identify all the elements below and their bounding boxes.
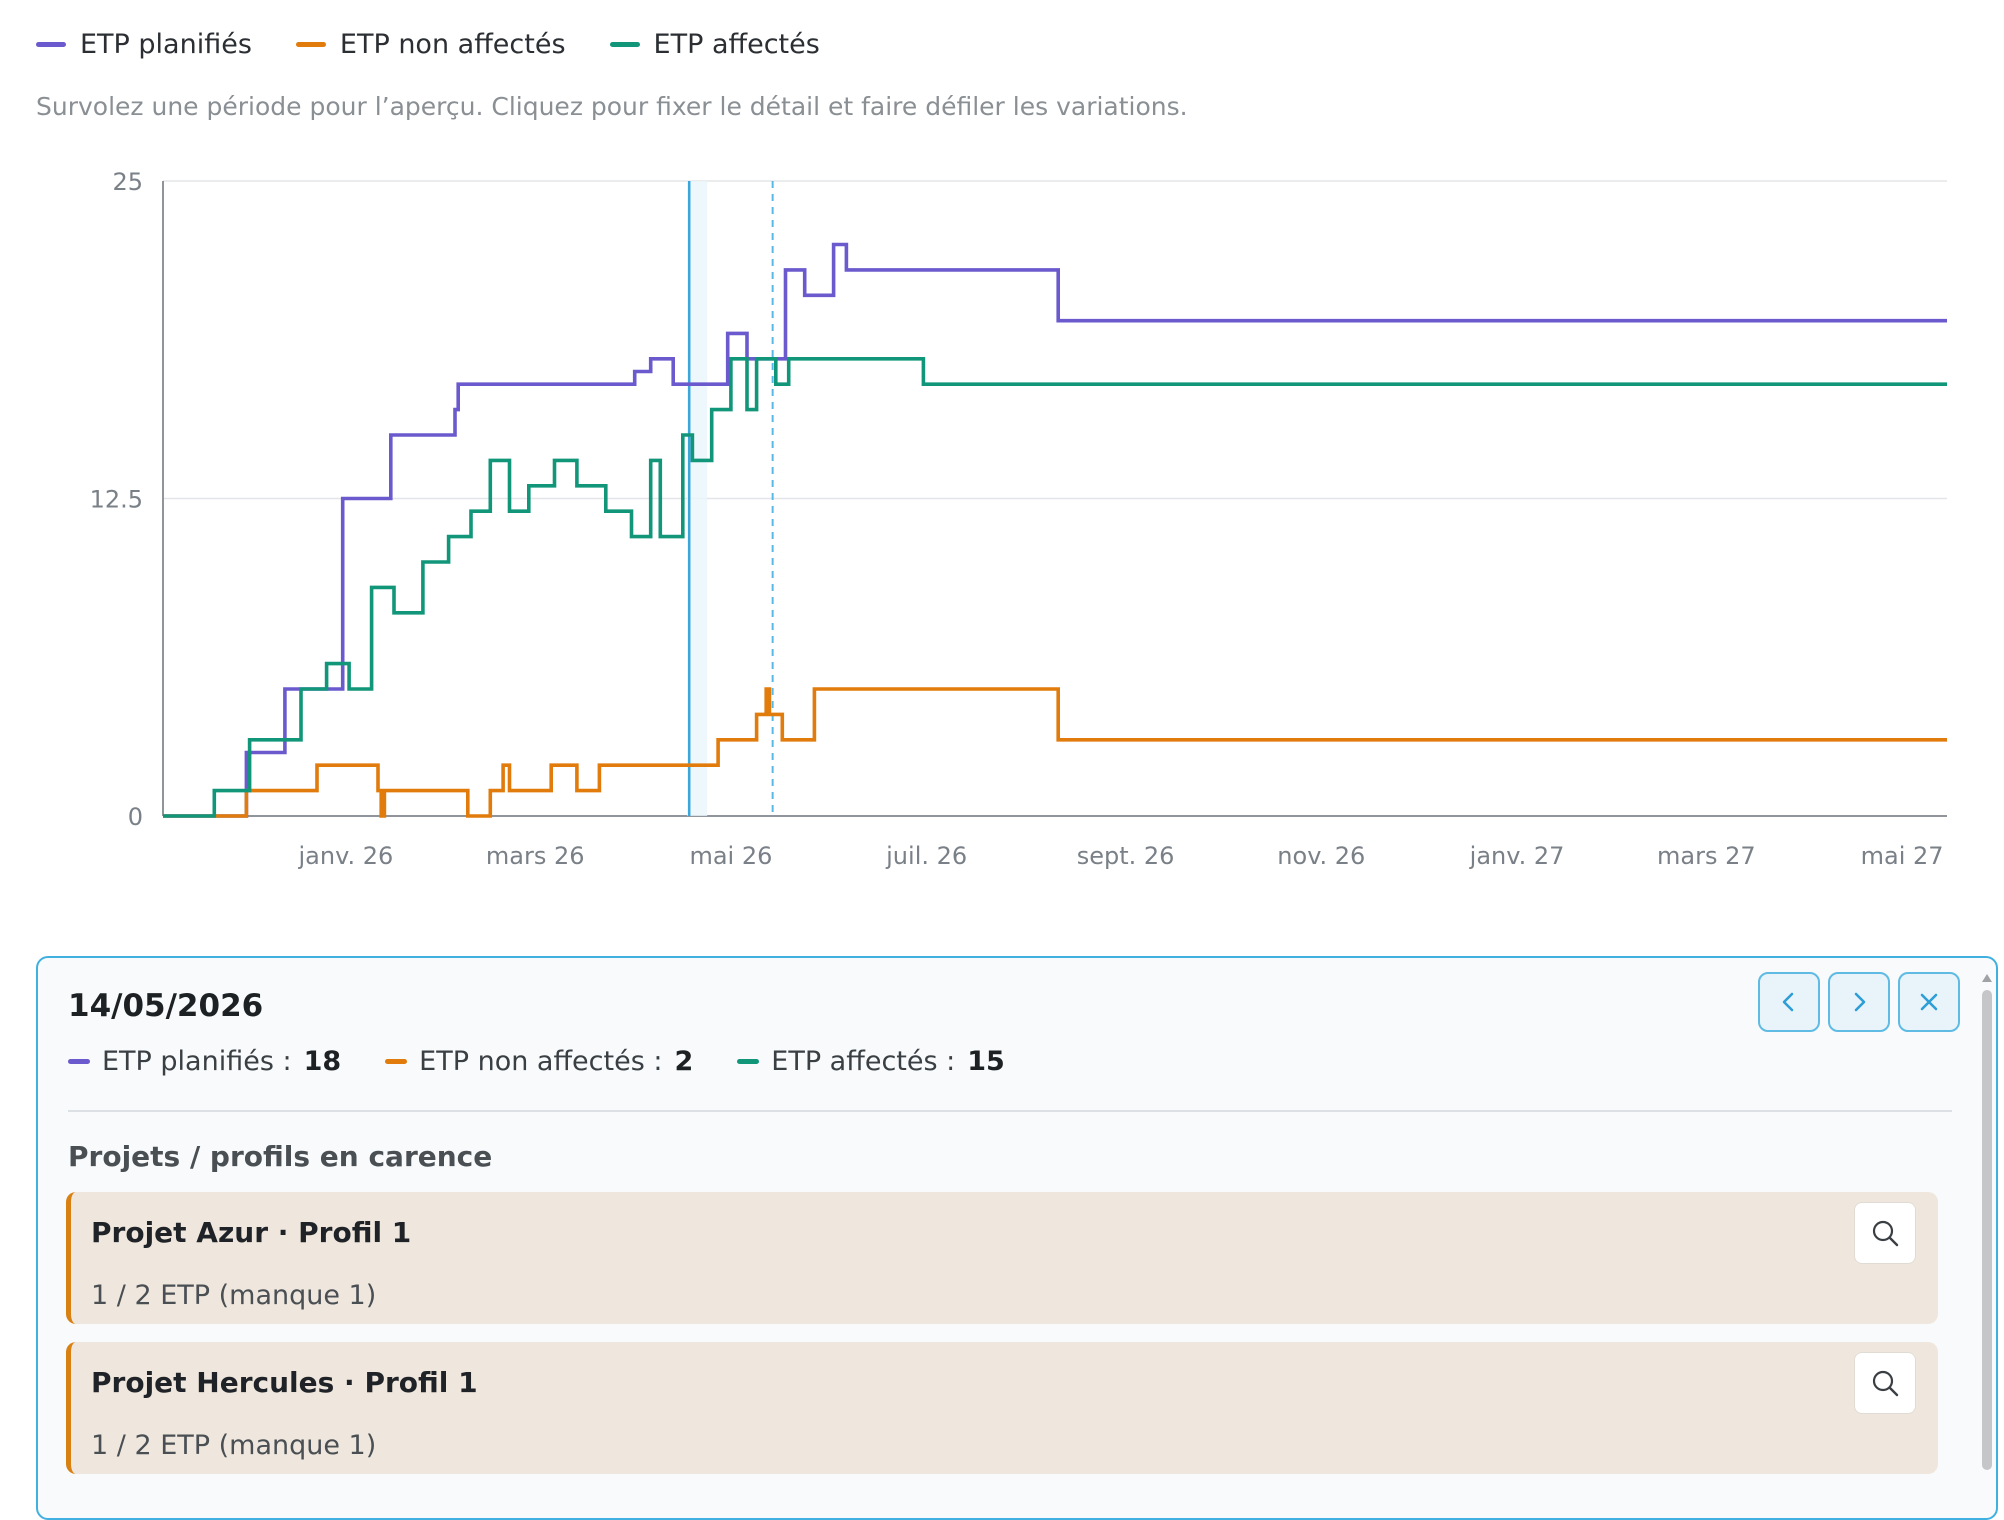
detail-nav	[1758, 972, 1960, 1032]
x-tick-label: sept. 26	[1077, 842, 1175, 870]
divider	[68, 1110, 1952, 1112]
stat-label: ETP non affectés :	[419, 1046, 663, 1077]
legend-swatch-unassigned	[295, 41, 326, 47]
series-line-etp-planifi-s	[163, 242, 1947, 818]
x-tick-label: mai 26	[689, 842, 772, 870]
detail-date: 14/05/2026	[68, 988, 264, 1024]
legend-swatch-assigned	[609, 41, 640, 47]
legend-item-unassigned[interactable]: ETP non affectés	[295, 28, 566, 60]
legend-item-assigned[interactable]: ETP affectés	[609, 28, 820, 60]
chevron-right-icon	[1854, 992, 1866, 1012]
chart-grid	[162, 180, 1947, 817]
x-tick-label: mars 27	[1657, 842, 1756, 870]
stat-unassigned: ETP non affectés : 2	[385, 1046, 693, 1077]
legend-label: ETP affectés	[653, 28, 820, 60]
x-tick-label: mai 27	[1861, 842, 1944, 870]
y-axis: 0 12.5 25	[90, 168, 143, 831]
stat-label: ETP planifiés :	[102, 1046, 292, 1077]
x-tick-label: janv. 26	[298, 842, 394, 870]
scroll-thumb[interactable]	[1982, 990, 1992, 1470]
section-title: Projets / profils en carence	[68, 1140, 493, 1173]
search-icon	[1872, 1370, 1899, 1397]
stat-value: 15	[967, 1046, 1005, 1077]
previous-button[interactable]	[1758, 972, 1820, 1032]
search-button[interactable]	[1854, 1352, 1916, 1414]
chart-hint: Survolez une période pour l’aperçu. Cliq…	[36, 92, 1188, 121]
x-axis: janv. 26 mars 26 mai 26 juil. 26 sept. 26 nov…	[298, 842, 1944, 870]
x-tick-label: mars 26	[486, 842, 585, 870]
stat-value: 18	[303, 1046, 342, 1077]
x-tick-label: juil. 26	[885, 842, 967, 870]
y-tick-label: 0	[128, 803, 143, 831]
scroll-up-arrow[interactable]	[1982, 974, 1992, 982]
series-line-etp-non-affect-s	[163, 687, 1947, 818]
card-title: Projet Hercules · Profil 1	[91, 1366, 478, 1399]
search-button[interactable]	[1854, 1202, 1916, 1264]
stat-swatch-assigned	[737, 1059, 760, 1064]
fte-step-chart[interactable]: 0 12.5 25 janv. 26 mars 26 mai 26 juil. 26 sep…	[0, 160, 2004, 920]
chart-legend: ETP planifiés ETP non affectés ETP affec…	[36, 22, 820, 66]
x-tick-label: janv. 27	[1469, 842, 1565, 870]
stat-value: 2	[674, 1046, 694, 1077]
series-line-etp-affect-s	[163, 357, 1947, 818]
card-title: Projet Azur · Profil 1	[91, 1216, 412, 1249]
stat-label: ETP affectés :	[771, 1046, 956, 1077]
shortage-card: Projet Hercules · Profil 1 1 / 2 ETP (ma…	[66, 1342, 1938, 1474]
stat-planned: ETP planifiés : 18	[68, 1046, 341, 1077]
stat-assigned: ETP affectés : 15	[737, 1046, 1005, 1077]
stat-swatch-planned	[68, 1059, 90, 1064]
y-tick-label: 25	[112, 168, 143, 196]
close-button[interactable]	[1898, 972, 1960, 1032]
legend-label: ETP planifiés	[80, 28, 252, 60]
shortage-card: Projet Azur · Profil 1 1 / 2 ETP (manque…	[66, 1192, 1938, 1324]
legend-item-planned[interactable]: ETP planifiés	[36, 29, 252, 60]
next-button[interactable]	[1828, 972, 1890, 1032]
card-subtitle: 1 / 2 ETP (manque 1)	[91, 1280, 377, 1311]
detail-stats: ETP planifiés : 18 ETP non affectés : 2 …	[68, 1046, 1005, 1077]
card-subtitle: 1 / 2 ETP (manque 1)	[91, 1430, 377, 1461]
close-icon	[1920, 993, 1938, 1011]
chart-series	[163, 242, 1947, 818]
x-tick-label: nov. 26	[1277, 842, 1365, 870]
y-tick-label: 12.5	[90, 486, 143, 514]
detail-panel: 14/05/2026 ETP planifiés : 18 ETP non af…	[36, 956, 1998, 1520]
legend-label: ETP non affectés	[339, 28, 566, 60]
chevron-left-icon	[1782, 992, 1794, 1012]
legend-swatch-planned	[36, 41, 66, 47]
stat-swatch-unassigned	[385, 1059, 408, 1064]
panel-scrollbar[interactable]	[1982, 974, 1992, 1504]
search-icon	[1872, 1220, 1899, 1247]
